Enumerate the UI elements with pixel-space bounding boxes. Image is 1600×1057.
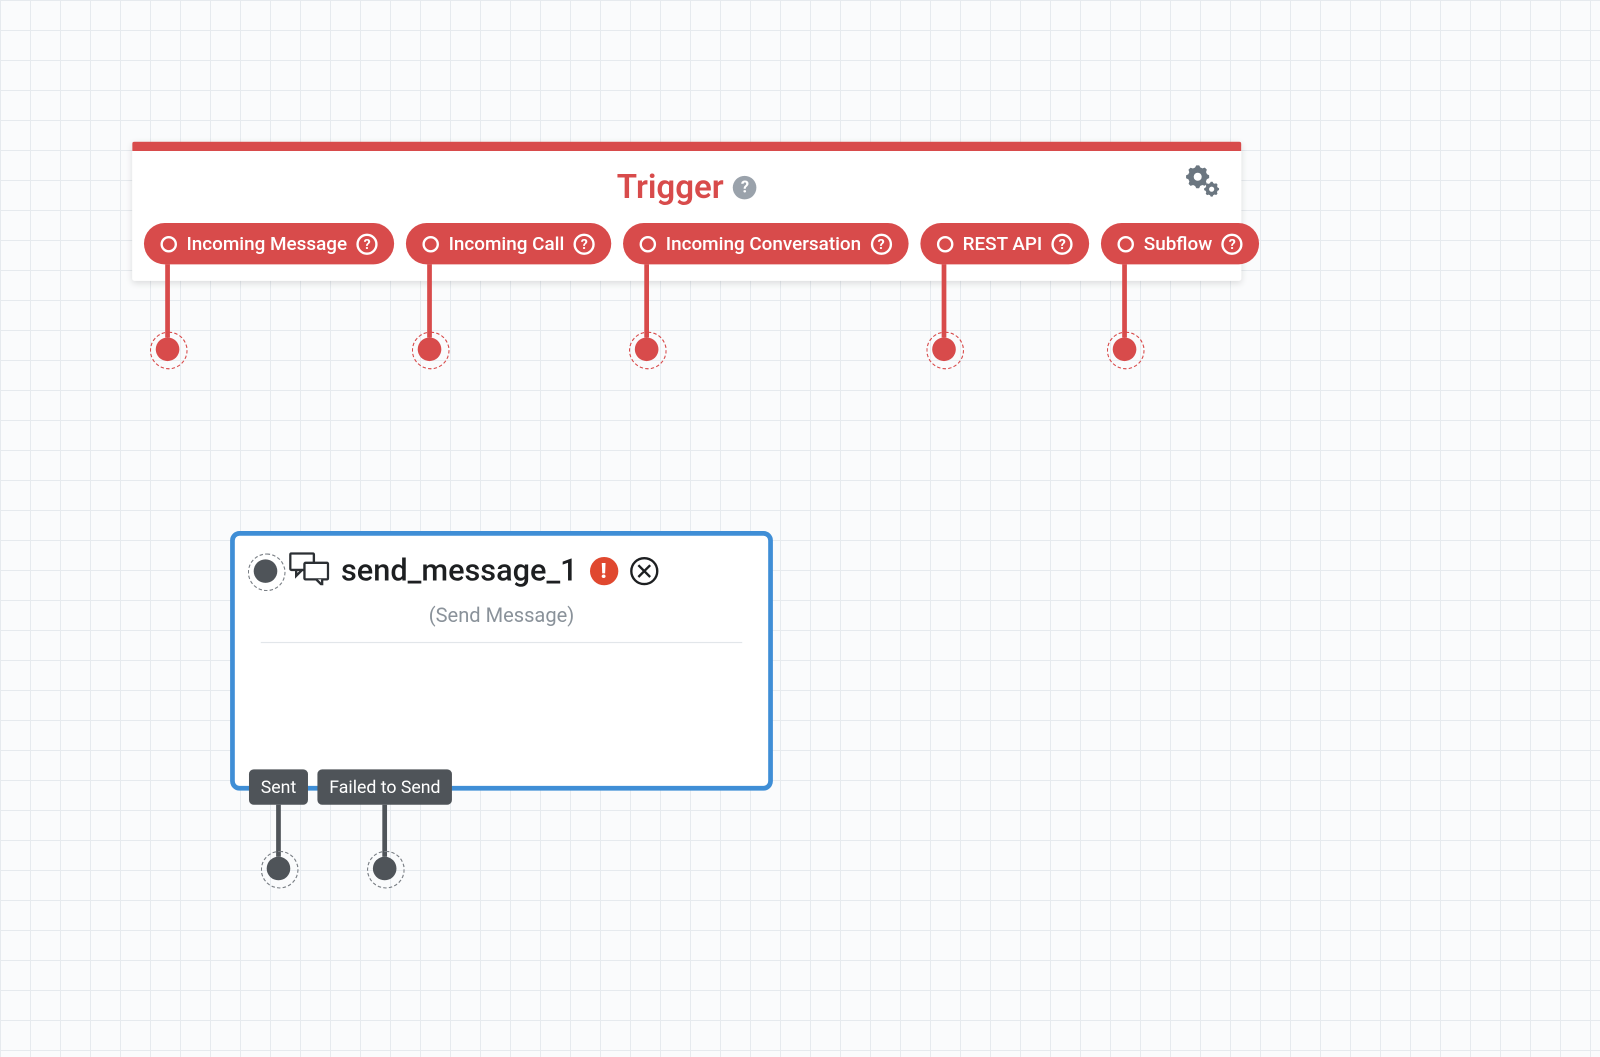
connector-endpoint[interactable]	[156, 337, 180, 361]
connector-line	[276, 805, 281, 857]
connector-line	[383, 805, 388, 857]
help-icon[interactable]: ?	[574, 233, 595, 254]
connector-endpoint[interactable]	[267, 857, 291, 881]
trigger-title-group: Trigger ?	[617, 168, 757, 207]
trigger-output[interactable]: REST API ?	[920, 223, 1089, 264]
trigger-output-label: Incoming Call	[449, 232, 565, 254]
node-outputs-row: Sent Failed to Send	[249, 769, 452, 804]
connector-line	[645, 264, 650, 337]
trigger-outputs-row: Incoming Message ? Incoming Call ? Inc	[132, 214, 1241, 281]
connector-line	[165, 264, 170, 337]
warning-icon[interactable]: !	[589, 557, 617, 585]
trigger-output-label: Incoming Message	[186, 232, 347, 254]
node-output-label: Failed to Send	[317, 769, 452, 804]
settings-gears-icon[interactable]	[1185, 165, 1223, 205]
trigger-header: Trigger ?	[132, 151, 1241, 214]
help-icon[interactable]: ?	[1052, 233, 1073, 254]
divider	[261, 642, 742, 643]
connector-line	[1123, 264, 1128, 337]
trigger-output-label: Incoming Conversation	[666, 232, 861, 254]
trigger-output[interactable]: Incoming Call ?	[406, 223, 611, 264]
send-message-node[interactable]: send_message_1 ! (Send Message) Sent Fai…	[230, 531, 773, 791]
node-output[interactable]: Sent	[249, 769, 308, 804]
node-output-label: Sent	[249, 769, 308, 804]
trigger-output-label: REST API	[963, 232, 1043, 254]
connector-endpoint[interactable]	[418, 337, 442, 361]
node-input-endpoint[interactable]	[254, 559, 278, 583]
help-icon[interactable]: ?	[1222, 233, 1243, 254]
connector-line	[941, 264, 946, 337]
output-ring-icon	[1118, 235, 1135, 252]
output-ring-icon	[423, 235, 440, 252]
trigger-output-label: Subflow	[1144, 232, 1212, 254]
node-header: send_message_1 !	[235, 536, 768, 595]
output-ring-icon	[937, 235, 954, 252]
connector-endpoint[interactable]	[373, 857, 397, 881]
output-ring-icon	[160, 235, 177, 252]
output-ring-icon	[640, 235, 657, 252]
close-icon[interactable]	[630, 557, 658, 585]
trigger-card[interactable]: Trigger ? Incoming Message ?	[132, 142, 1241, 281]
connector-endpoint[interactable]	[635, 337, 659, 361]
help-icon[interactable]: ?	[733, 175, 757, 199]
node-subtitle: (Send Message)	[235, 595, 768, 642]
trigger-title: Trigger	[617, 168, 724, 207]
connector-endpoint[interactable]	[1113, 337, 1137, 361]
trigger-output[interactable]: Incoming Message ?	[144, 223, 394, 264]
node-output[interactable]: Failed to Send	[317, 769, 452, 804]
connector-endpoint[interactable]	[932, 337, 956, 361]
trigger-output[interactable]: Subflow ?	[1101, 223, 1259, 264]
trigger-output[interactable]: Incoming Conversation ?	[623, 223, 908, 264]
connector-line	[427, 264, 432, 337]
chat-bubbles-icon	[289, 552, 329, 590]
node-title: send_message_1	[341, 553, 578, 588]
help-icon[interactable]: ?	[357, 233, 378, 254]
help-icon[interactable]: ?	[871, 233, 892, 254]
